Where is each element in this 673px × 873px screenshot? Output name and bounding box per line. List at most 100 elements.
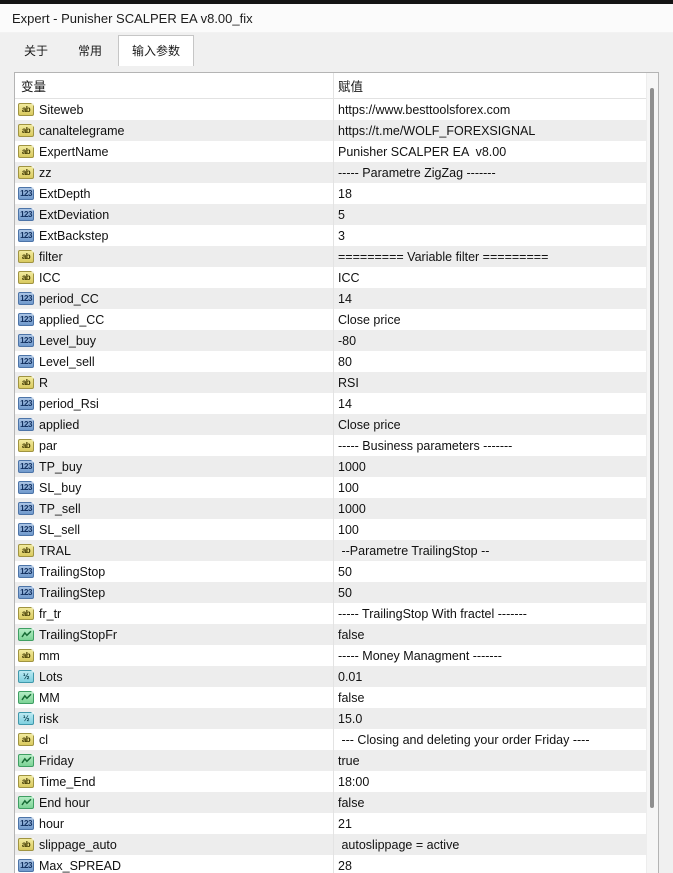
param-row[interactable]: ab slippage_auto autoslippage = active: [15, 834, 658, 855]
column-header-value[interactable]: 赋值: [333, 76, 658, 95]
param-name: mm: [39, 648, 60, 663]
param-name: ExtBackstep: [39, 228, 109, 243]
param-row[interactable]: ab Time_End 18:00: [15, 771, 658, 792]
param-row[interactable]: ab cl --- Closing and deleting your orde…: [15, 729, 658, 750]
param-value[interactable]: ----- Parametre ZigZag -------: [333, 166, 658, 180]
param-name: fr_tr: [39, 606, 62, 621]
column-divider[interactable]: [333, 73, 334, 873]
param-value[interactable]: ICC: [333, 271, 658, 285]
param-row[interactable]: ab par ----- Business parameters -------: [15, 435, 658, 456]
param-name: Time_End: [39, 774, 96, 789]
param-value[interactable]: false: [333, 796, 658, 810]
integer-type-icon: 123: [18, 586, 34, 599]
param-row[interactable]: End hour false: [15, 792, 658, 813]
param-row[interactable]: 123 TrailingStop 50: [15, 561, 658, 582]
tab-input-parameters[interactable]: 输入参数: [118, 35, 195, 66]
string-type-icon: ab: [18, 439, 34, 452]
param-value[interactable]: 100: [333, 523, 658, 537]
param-row[interactable]: TrailingStopFr false: [15, 624, 658, 645]
param-row[interactable]: 123 ExtDeviation 5: [15, 204, 658, 225]
param-value[interactable]: Punisher SCALPER EA v8.00: [333, 145, 658, 159]
vertical-scrollbar[interactable]: [646, 73, 658, 873]
param-name-cell: 123 TP_sell: [15, 502, 333, 516]
param-row[interactable]: 123 ExtDepth 18: [15, 183, 658, 204]
param-row[interactable]: 123 Max_SPREAD 28: [15, 855, 658, 873]
param-value[interactable]: 15.0: [333, 712, 658, 726]
param-value[interactable]: 1000: [333, 460, 658, 474]
param-value[interactable]: 50: [333, 586, 658, 600]
tab-about[interactable]: 关于: [10, 36, 62, 66]
param-row[interactable]: ab zz ----- Parametre ZigZag -------: [15, 162, 658, 183]
integer-type-icon: 123: [18, 565, 34, 578]
param-row[interactable]: 123 ExtBackstep 3: [15, 225, 658, 246]
column-header-variable[interactable]: 变量: [15, 76, 333, 95]
param-name-cell: 123 applied: [15, 418, 333, 432]
param-value[interactable]: --- Closing and deleting your order Frid…: [333, 733, 658, 747]
param-value[interactable]: Close price: [333, 313, 658, 327]
param-value[interactable]: https://www.besttoolsforex.com: [333, 103, 658, 117]
param-value[interactable]: 14: [333, 397, 658, 411]
param-row[interactable]: ab mm ----- Money Managment -------: [15, 645, 658, 666]
param-value[interactable]: 18: [333, 187, 658, 201]
param-value[interactable]: ----- Money Managment -------: [333, 649, 658, 663]
param-value[interactable]: 80: [333, 355, 658, 369]
param-value[interactable]: 50: [333, 565, 658, 579]
param-row[interactable]: 123 hour 21: [15, 813, 658, 834]
param-name: TP_sell: [39, 501, 81, 516]
param-row[interactable]: Friday true: [15, 750, 658, 771]
param-row[interactable]: 123 Level_sell 80: [15, 351, 658, 372]
param-value[interactable]: 28: [333, 859, 658, 873]
param-row[interactable]: ½ risk 15.0: [15, 708, 658, 729]
param-value[interactable]: --Parametre TrailingStop --: [333, 544, 658, 558]
param-value[interactable]: ========= Variable filter =========: [333, 250, 658, 264]
param-row[interactable]: 123 TP_sell 1000: [15, 498, 658, 519]
param-name-cell: 123 Max_SPREAD: [15, 859, 333, 873]
param-value[interactable]: 100: [333, 481, 658, 495]
param-row[interactable]: ab filter ========= Variable filter ====…: [15, 246, 658, 267]
param-value[interactable]: true: [333, 754, 658, 768]
param-row[interactable]: ½ Lots 0.01: [15, 666, 658, 687]
param-value[interactable]: https://t.me/WOLF_FOREXSIGNAL: [333, 124, 658, 138]
param-value[interactable]: ----- TrailingStop With fractel -------: [333, 607, 658, 621]
scrollbar-thumb[interactable]: [650, 88, 654, 808]
param-name: period_Rsi: [39, 396, 99, 411]
tab-common[interactable]: 常用: [64, 36, 116, 66]
param-row[interactable]: 123 TP_buy 1000: [15, 456, 658, 477]
param-value[interactable]: 5: [333, 208, 658, 222]
param-row[interactable]: ab fr_tr ----- TrailingStop With fractel…: [15, 603, 658, 624]
param-value[interactable]: false: [333, 691, 658, 705]
param-row[interactable]: 123 SL_buy 100: [15, 477, 658, 498]
param-value[interactable]: 18:00: [333, 775, 658, 789]
param-row[interactable]: 123 period_CC 14: [15, 288, 658, 309]
param-value[interactable]: RSI: [333, 376, 658, 390]
param-value[interactable]: 0.01: [333, 670, 658, 684]
param-row[interactable]: ab R RSI: [15, 372, 658, 393]
param-row[interactable]: 123 period_Rsi 14: [15, 393, 658, 414]
param-name: TRAL: [39, 543, 71, 558]
param-value[interactable]: autoslippage = active: [333, 838, 658, 852]
param-value[interactable]: Close price: [333, 418, 658, 432]
integer-type-icon: 123: [18, 334, 34, 347]
param-row[interactable]: 123 TrailingStep 50: [15, 582, 658, 603]
integer-type-icon: 123: [18, 355, 34, 368]
param-name-cell: 123 ExtDeviation: [15, 208, 333, 222]
param-value[interactable]: -80: [333, 334, 658, 348]
param-row[interactable]: ab ExpertName Punisher SCALPER EA v8.00: [15, 141, 658, 162]
param-value[interactable]: 14: [333, 292, 658, 306]
param-row[interactable]: ab canaltelegrame https://t.me/WOLF_FORE…: [15, 120, 658, 141]
param-row[interactable]: MM false: [15, 687, 658, 708]
param-value[interactable]: false: [333, 628, 658, 642]
param-row[interactable]: 123 Level_buy -80: [15, 330, 658, 351]
param-row[interactable]: 123 applied Close price: [15, 414, 658, 435]
param-row[interactable]: ab ICC ICC: [15, 267, 658, 288]
param-value[interactable]: 3: [333, 229, 658, 243]
param-value[interactable]: 21: [333, 817, 658, 831]
param-value[interactable]: ----- Business parameters -------: [333, 439, 658, 453]
param-value[interactable]: 1000: [333, 502, 658, 516]
param-name: R: [39, 375, 49, 390]
param-row[interactable]: ab Siteweb https://www.besttoolsforex.co…: [15, 99, 658, 120]
param-row[interactable]: 123 applied_CC Close price: [15, 309, 658, 330]
param-name: Siteweb: [39, 102, 84, 117]
param-row[interactable]: ab TRAL --Parametre TrailingStop --: [15, 540, 658, 561]
param-row[interactable]: 123 SL_sell 100: [15, 519, 658, 540]
